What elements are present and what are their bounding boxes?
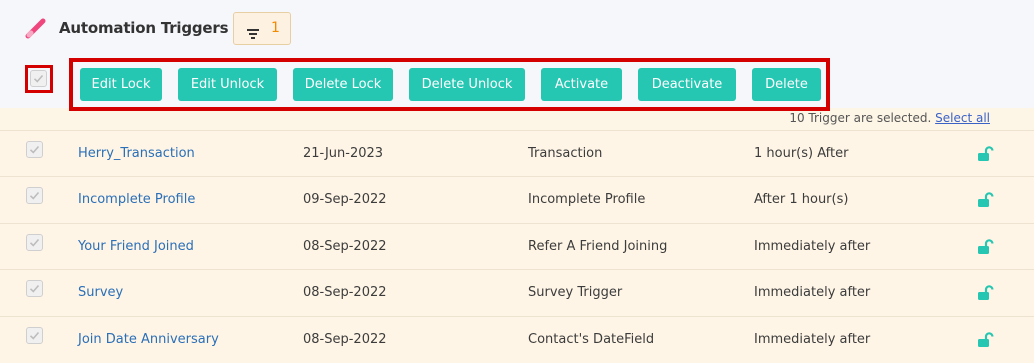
- edit-unlock-button[interactable]: Edit Unlock: [178, 68, 277, 101]
- trigger-type: Refer A Friend Joining: [528, 239, 668, 254]
- table-row[interactable]: Your Friend Joined 08-Sep-2022 Refer A F…: [0, 223, 1034, 270]
- check-icon: [33, 74, 44, 83]
- check-icon: [29, 238, 40, 247]
- trigger-date: 08-Sep-2022: [303, 285, 387, 300]
- table-row[interactable]: Join Date Anniversary 08-Sep-2022 Contac…: [0, 316, 1034, 363]
- trigger-timing: Immediately after: [754, 285, 871, 300]
- delete-unlock-button[interactable]: Delete Unlock: [409, 68, 525, 101]
- unlock-icon[interactable]: [977, 332, 995, 352]
- trigger-date: 21-Jun-2023: [303, 146, 384, 161]
- selection-count-text: 10 Trigger are selected.: [789, 111, 932, 125]
- delete-lock-button[interactable]: Delete Lock: [293, 68, 393, 101]
- trigger-name-link[interactable]: Herry_Transaction: [78, 146, 195, 161]
- select-all-checkbox[interactable]: [30, 70, 47, 87]
- trigger-type: Contact's DateField: [528, 332, 655, 347]
- row-checkbox[interactable]: [26, 327, 43, 344]
- trigger-date: 08-Sep-2022: [303, 332, 387, 347]
- trigger-name-link[interactable]: Incomplete Profile: [78, 192, 195, 207]
- row-checkbox[interactable]: [26, 280, 43, 297]
- trigger-timing: Immediately after: [754, 332, 871, 347]
- check-icon: [29, 331, 40, 340]
- check-icon: [29, 284, 40, 293]
- filter-count: 1: [271, 20, 280, 36]
- row-checkbox[interactable]: [26, 141, 43, 158]
- row-checkbox[interactable]: [26, 187, 43, 204]
- trigger-date: 09-Sep-2022: [303, 192, 387, 207]
- table-row[interactable]: Survey 08-Sep-2022 Survey Trigger Immedi…: [0, 269, 1034, 316]
- filter-icon: [247, 24, 259, 43]
- trigger-type: Transaction: [528, 146, 603, 161]
- trigger-timing: 1 hour(s) After: [754, 146, 849, 161]
- table-row[interactable]: Incomplete Profile 09-Sep-2022 Incomplet…: [0, 176, 1034, 223]
- unlock-icon[interactable]: [977, 192, 995, 212]
- trigger-timing: Immediately after: [754, 239, 871, 254]
- edit-lock-button[interactable]: Edit Lock: [80, 68, 162, 101]
- unlock-icon[interactable]: [977, 146, 995, 166]
- unlock-icon[interactable]: [977, 239, 995, 259]
- trigger-timing: After 1 hour(s): [754, 192, 849, 207]
- pencil-icon: [24, 16, 48, 44]
- deactivate-button[interactable]: Deactivate: [638, 68, 736, 101]
- check-icon: [29, 145, 40, 154]
- trigger-name-link[interactable]: Survey: [78, 285, 123, 300]
- selection-info: 10 Trigger are selected. Select all: [789, 111, 990, 125]
- select-all-link[interactable]: Select all: [935, 111, 990, 125]
- trigger-name-link[interactable]: Join Date Anniversary: [78, 332, 219, 347]
- trigger-type: Survey Trigger: [528, 285, 623, 300]
- activate-button[interactable]: Activate: [541, 68, 622, 101]
- table-row[interactable]: Herry_Transaction 21-Jun-2023 Transactio…: [0, 130, 1034, 177]
- trigger-name-link[interactable]: Your Friend Joined: [78, 239, 194, 254]
- page-title: Automation Triggers: [59, 19, 229, 37]
- row-checkbox[interactable]: [26, 234, 43, 251]
- delete-button[interactable]: Delete: [752, 68, 821, 101]
- filter-button[interactable]: 1: [233, 12, 291, 45]
- trigger-type: Incomplete Profile: [528, 192, 646, 207]
- page-header: Automation Triggers 1: [0, 0, 1034, 62]
- unlock-icon[interactable]: [977, 285, 995, 305]
- check-icon: [29, 191, 40, 200]
- trigger-date: 08-Sep-2022: [303, 239, 387, 254]
